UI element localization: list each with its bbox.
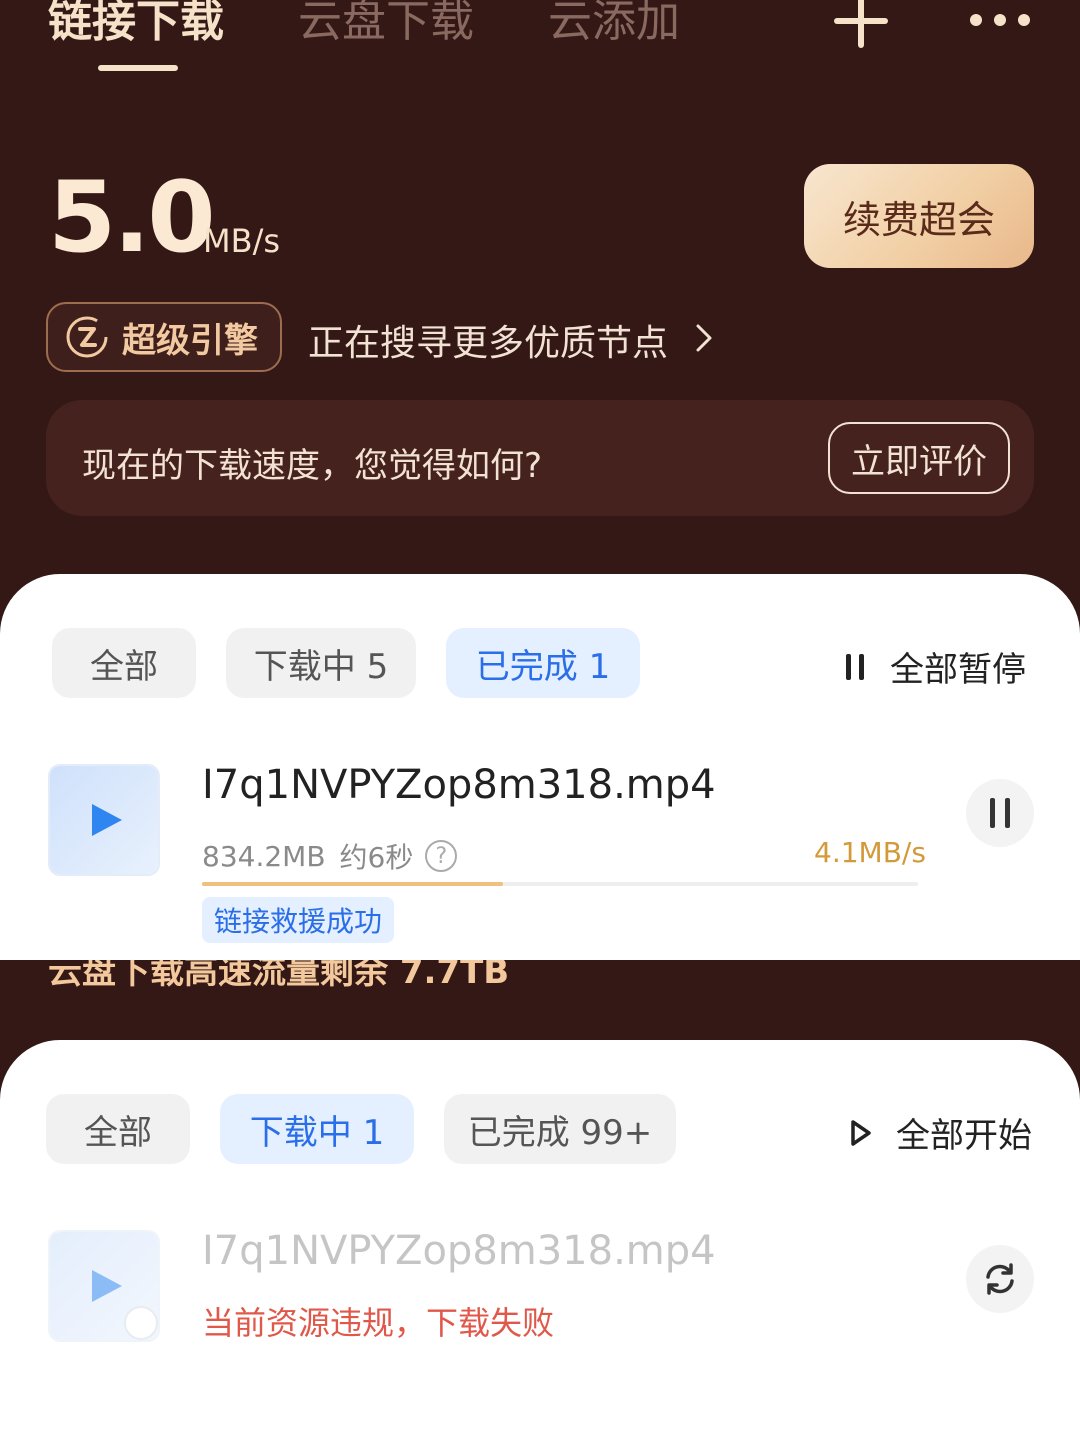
filter-all[interactable]: 全部 <box>46 1094 190 1164</box>
pause-task-button[interactable] <box>966 779 1034 847</box>
chevron-right-icon[interactable] <box>690 322 718 354</box>
tab-cloud-add[interactable]: 云添加 <box>548 0 680 50</box>
download-badge-icon <box>124 1306 158 1340</box>
speed-unit: MB/s <box>203 222 281 260</box>
filter-completed[interactable]: 已完成 99+ <box>444 1094 676 1164</box>
pause-all-button[interactable]: 全部暂停 <box>842 642 1026 691</box>
active-tab-indicator <box>98 65 178 71</box>
help-icon[interactable]: ? <box>425 840 458 872</box>
play-icon <box>92 804 122 836</box>
more-icon[interactable] <box>970 14 1030 28</box>
tab-cloud-download[interactable]: 云盘下载 <box>298 0 474 50</box>
renew-super-member-button[interactable]: 续费超会 <box>804 164 1034 268</box>
filter-downloading[interactable]: 下载中 1 <box>220 1094 414 1164</box>
rescue-success-tag: 链接救援成功 <box>202 897 395 943</box>
refresh-icon <box>986 1263 1014 1295</box>
tab-link-download[interactable]: 链接下载 <box>48 0 224 50</box>
file-meta: 834.2MB 约6秒 ? <box>202 836 458 876</box>
download-error-message: 当前资源违规，下载失败 <box>202 1304 555 1342</box>
filter-all[interactable]: 全部 <box>52 628 196 698</box>
pause-all-label: 全部暂停 <box>890 650 1026 690</box>
video-thumbnail[interactable] <box>50 766 158 874</box>
play-icon <box>92 1270 122 1302</box>
engine-icon <box>66 316 108 358</box>
speed-feedback-card: 现在的下载速度，您觉得如何? 立即评价 <box>46 400 1034 516</box>
retry-button[interactable] <box>966 1245 1034 1313</box>
feedback-question: 现在的下载速度，您觉得如何? <box>82 446 543 486</box>
start-all-label: 全部开始 <box>896 1116 1032 1156</box>
node-search-status[interactable]: 正在搜寻更多优质节点 <box>308 314 668 366</box>
download-panel-downloading: 全部 下载中 1 已完成 99+ 全部开始 I7q1NVPYZop8m318.m… <box>0 1040 1080 1440</box>
super-engine-badge[interactable]: 超级引擎 <box>46 302 282 372</box>
download-progress-fill <box>202 882 503 886</box>
filter-downloading[interactable]: 下载中 5 <box>226 628 416 698</box>
engine-label: 超级引擎 <box>122 320 258 361</box>
download-progress-bar <box>202 882 918 886</box>
start-all-button[interactable]: 全部开始 <box>848 1108 1032 1157</box>
file-eta: 约6秒 <box>339 841 414 874</box>
file-size: 834.2MB <box>202 839 326 873</box>
file-download-speed: 4.1MB/s <box>814 836 926 869</box>
play-outline-icon <box>851 1119 871 1146</box>
rate-now-button[interactable]: 立即评价 <box>828 422 1010 494</box>
pause-icon <box>988 798 1012 828</box>
download-panel-completed: 全部 下载中 5 已完成 1 全部暂停 I7q1NVPYZop8m318.mp4… <box>0 574 1080 960</box>
plus-icon[interactable] <box>834 0 888 50</box>
file-name[interactable]: I7q1NVPYZop8m318.mp4 <box>202 1228 716 1274</box>
video-thumbnail[interactable] <box>50 1232 158 1340</box>
filter-completed[interactable]: 已完成 1 <box>446 628 640 698</box>
pause-icon <box>842 653 868 680</box>
speed-value: 5.0 <box>48 161 216 275</box>
file-name[interactable]: I7q1NVPYZop8m318.mp4 <box>202 762 716 808</box>
